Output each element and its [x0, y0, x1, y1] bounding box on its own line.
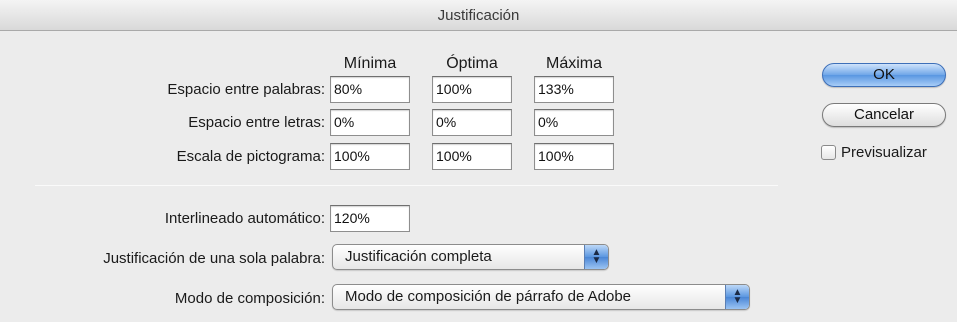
column-header-optimum: Óptima — [446, 55, 498, 72]
single-word-justification-label: Justificación de una sola palabra: — [103, 250, 325, 267]
updown-arrows-icon: ▲ ▼ — [584, 245, 608, 269]
justification-dialog: Mínima Óptima Máxima Espacio entre palab… — [0, 31, 957, 322]
auto-leading-input[interactable]: 120% — [330, 205, 410, 232]
composer-value: Modo de composición de párrafo de Adobe — [345, 288, 632, 305]
column-header-minimum: Mínima — [343, 55, 397, 72]
single-word-justification-value: Justificación completa — [345, 248, 492, 265]
ok-button[interactable]: OK — [822, 63, 946, 87]
letter-spacing-label: Espacio entre letras: — [188, 114, 325, 131]
window-title: Justificación — [0, 0, 957, 31]
word-spacing-max-input[interactable]: 133% — [534, 76, 614, 103]
glyph-scaling-min-input[interactable]: 100% — [330, 143, 410, 170]
word-spacing-label: Espacio entre palabras: — [167, 81, 325, 98]
preview-label: Previsualizar — [841, 144, 927, 161]
letter-spacing-min-input[interactable]: 0% — [330, 109, 410, 136]
letter-spacing-max-input[interactable]: 0% — [534, 109, 614, 136]
separator — [35, 185, 778, 186]
composer-label: Modo de composición: — [174, 290, 325, 307]
glyph-scaling-opt-input[interactable]: 100% — [432, 143, 512, 170]
word-spacing-min-input[interactable]: 80% — [330, 76, 410, 103]
preview-checkbox[interactable] — [821, 145, 836, 160]
updown-arrows-icon: ▲ ▼ — [725, 285, 749, 309]
auto-leading-label: Interlineado automático: — [164, 210, 325, 227]
column-header-maximum: Máxima — [545, 55, 602, 72]
word-spacing-opt-input[interactable]: 100% — [432, 76, 512, 103]
glyph-scaling-max-input[interactable]: 100% — [534, 143, 614, 170]
glyph-scaling-label: Escala de pictograma: — [176, 148, 325, 165]
cancel-button[interactable]: Cancelar — [822, 103, 946, 127]
single-word-justification-popup[interactable]: Justificación completa ▲ ▼ — [332, 244, 609, 270]
composer-popup[interactable]: Modo de composición de párrafo de Adobe … — [332, 284, 750, 310]
letter-spacing-opt-input[interactable]: 0% — [432, 109, 512, 136]
preview-checkbox-row[interactable]: Previsualizar — [821, 144, 927, 161]
